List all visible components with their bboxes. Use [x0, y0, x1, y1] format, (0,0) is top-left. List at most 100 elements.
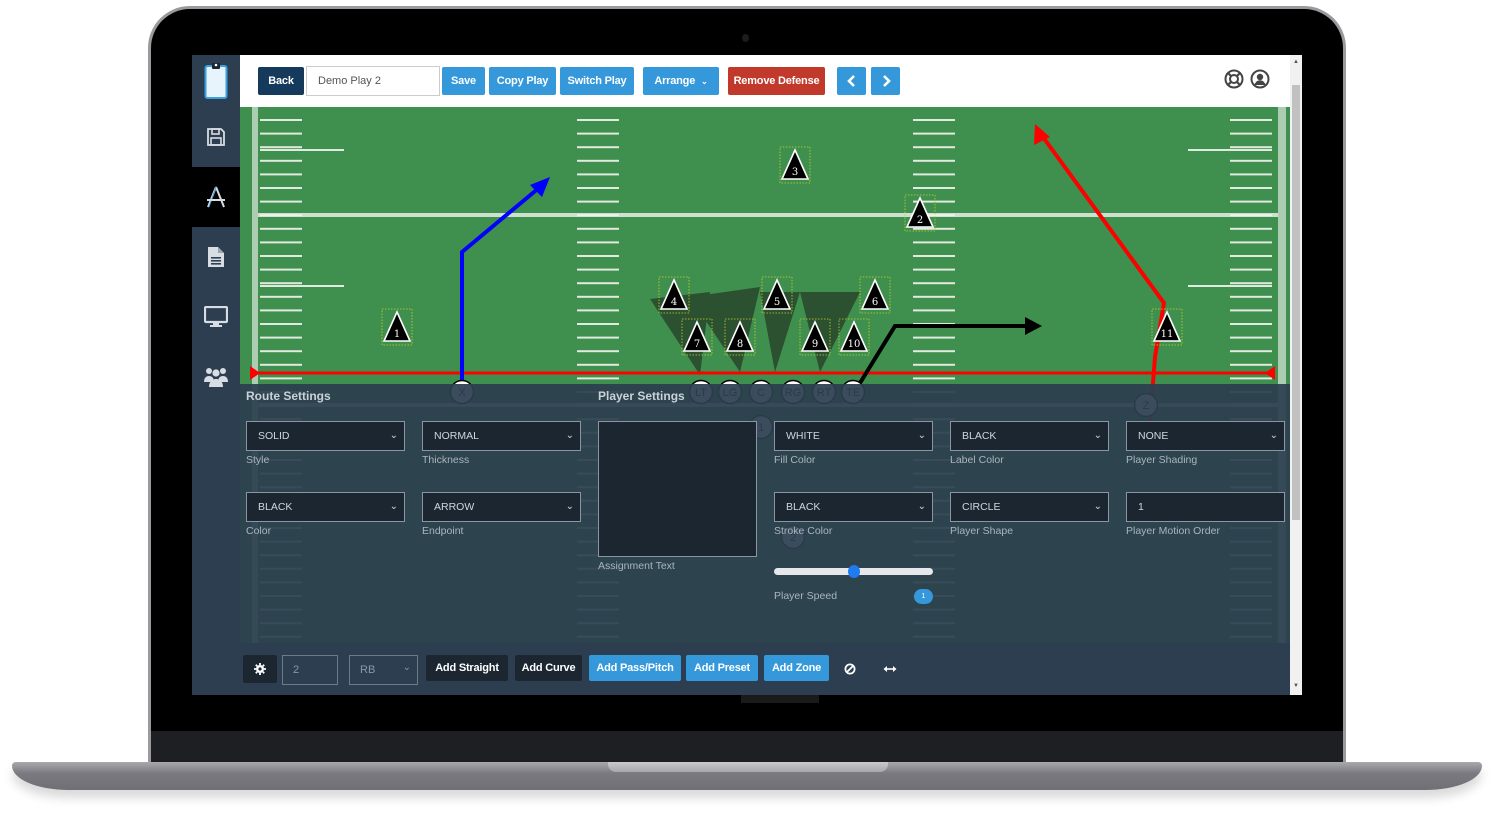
hash-mark [577, 214, 619, 217]
arrange-dropdown[interactable]: Arrange ⌄ [643, 67, 719, 95]
player-position-select[interactable]: RB ⌄ [349, 655, 418, 685]
switch-play-button[interactable]: Switch Play [560, 67, 634, 95]
next-play-button[interactable] [871, 67, 900, 95]
route-endpoint-select[interactable]: ARROW ⌄ [422, 492, 581, 522]
hash-mark [1230, 309, 1272, 312]
help-button[interactable] [1224, 69, 1244, 89]
defender-label: 11 [1161, 329, 1174, 340]
add-preset-button[interactable]: Add Preset [686, 655, 758, 681]
hash-mark [577, 187, 619, 189]
chevron-down-icon: ⌄ [917, 501, 926, 512]
scroll-down-arrow[interactable]: ▼ [1293, 683, 1299, 689]
sidebar-item-team[interactable] [192, 347, 240, 407]
route-settings-title: Route Settings [246, 389, 331, 403]
save-button[interactable]: Save [442, 67, 485, 95]
top-toolbar: Back Demo Play 2 Save Copy Play Switch P… [240, 55, 1290, 107]
add-zone-button[interactable]: Add Zone [764, 655, 829, 681]
route-style-select[interactable]: SOLID ⌄ [246, 421, 405, 451]
chevron-left-icon [846, 75, 855, 87]
hash-mark [913, 132, 955, 135]
player-shape-select[interactable]: CIRCLE ⌄ [950, 492, 1109, 522]
defender-6[interactable]: 6 [859, 276, 891, 314]
route-thickness-select[interactable]: NORMAL ⌄ [422, 421, 581, 451]
laptop-notch [608, 762, 888, 772]
hash-mark [1230, 146, 1272, 149]
hash-mark [1230, 323, 1272, 325]
player-speed-slider-handle[interactable] [847, 565, 860, 578]
defender-label: 7 [694, 339, 700, 350]
add-pass-pitch-button[interactable]: Add Pass/Pitch [589, 655, 681, 681]
hash-mark [577, 309, 619, 312]
route-color-select[interactable]: BLACK ⌄ [246, 492, 405, 522]
stroke-color-value: BLACK [786, 501, 821, 513]
scroll-up-arrow[interactable]: ▲ [1293, 59, 1299, 65]
add-straight-button[interactable]: Add Straight [426, 655, 508, 681]
hash-mark [577, 377, 619, 380]
back-button[interactable]: Back [258, 67, 304, 95]
player-shading-select[interactable]: NONE ⌄ [1126, 421, 1285, 451]
hash-mark [1230, 119, 1272, 121]
copy-play-button[interactable]: Copy Play [489, 67, 556, 95]
hash-mark [1230, 173, 1272, 176]
previous-play-button[interactable] [837, 67, 866, 95]
flip-play-button[interactable] [883, 662, 897, 680]
player-number-input[interactable]: 2 [282, 655, 338, 685]
add-curve-button[interactable]: Add Curve [515, 655, 582, 681]
defender-3[interactable]: 3 [779, 146, 811, 184]
chevron-down-icon: ⌄ [565, 501, 574, 512]
monitor-icon [204, 306, 228, 327]
route-thickness-label: Thickness [422, 454, 470, 466]
chevron-right-icon [882, 75, 891, 87]
play-name-input[interactable]: Demo Play 2 [306, 66, 440, 96]
gear-icon [254, 663, 266, 675]
hash-mark [913, 268, 955, 271]
hash-mark [260, 241, 302, 244]
hash-mark [260, 282, 302, 285]
hash-mark [1188, 149, 1272, 151]
player-shading-label: Player Shading [1126, 454, 1198, 466]
page-scrollbar[interactable]: ▲ ▼ [1290, 55, 1302, 695]
sidebar-item-save[interactable] [192, 107, 240, 167]
player-shading-value: NONE [1138, 430, 1169, 442]
chevron-down-icon: ⌄ [389, 501, 398, 512]
hash-mark [913, 173, 955, 176]
chevron-down-icon: ⌄ [389, 430, 398, 441]
assignment-text-input[interactable] [598, 421, 757, 557]
hash-mark [577, 323, 619, 325]
hash-mark [577, 336, 619, 339]
clear-routes-button[interactable] [844, 662, 856, 680]
hash-mark [913, 227, 955, 230]
chevron-down-icon: ⌄ [1093, 430, 1102, 441]
label-color-select[interactable]: BLACK ⌄ [950, 421, 1109, 451]
defender-1[interactable]: 1 [381, 308, 413, 346]
route-color-value: BLACK [258, 501, 293, 513]
settings-button[interactable] [243, 655, 277, 683]
hash-mark [260, 187, 302, 189]
motion-order-input[interactable]: 1 [1126, 492, 1285, 522]
scrollbar-thumb[interactable] [1292, 85, 1300, 520]
hash-mark [913, 377, 955, 380]
hash-mark [1230, 241, 1272, 244]
settings-panel: Route Settings Player Settings SOLID ⌄ St… [240, 384, 1290, 643]
hash-mark [577, 159, 619, 162]
player-shape-value: CIRCLE [962, 501, 1001, 513]
user-menu-button[interactable] [1250, 69, 1270, 89]
stroke-color-select[interactable]: BLACK ⌄ [774, 492, 933, 522]
hash-mark [260, 255, 302, 257]
chevron-down-icon: ⌄ [917, 430, 926, 441]
sidebar-item-document[interactable] [192, 227, 240, 287]
player-speed-value: 1 [914, 589, 933, 604]
yard-line [258, 213, 1278, 217]
sidebar-item-clipboard[interactable] [192, 55, 240, 107]
laptop-chin [151, 731, 1343, 765]
route-arrow-black [1025, 317, 1042, 335]
hash-mark [913, 350, 955, 353]
hash-mark [577, 350, 619, 353]
remove-defense-button[interactable]: Remove Defense [728, 67, 825, 95]
player-position-value: RB [360, 664, 376, 676]
defender-11[interactable]: 11 [1151, 308, 1183, 346]
sidebar-item-draw[interactable] [192, 167, 240, 227]
fill-color-select[interactable]: WHITE ⌄ [774, 421, 933, 451]
sidebar-item-present[interactable] [192, 287, 240, 347]
hash-mark [1230, 282, 1272, 285]
